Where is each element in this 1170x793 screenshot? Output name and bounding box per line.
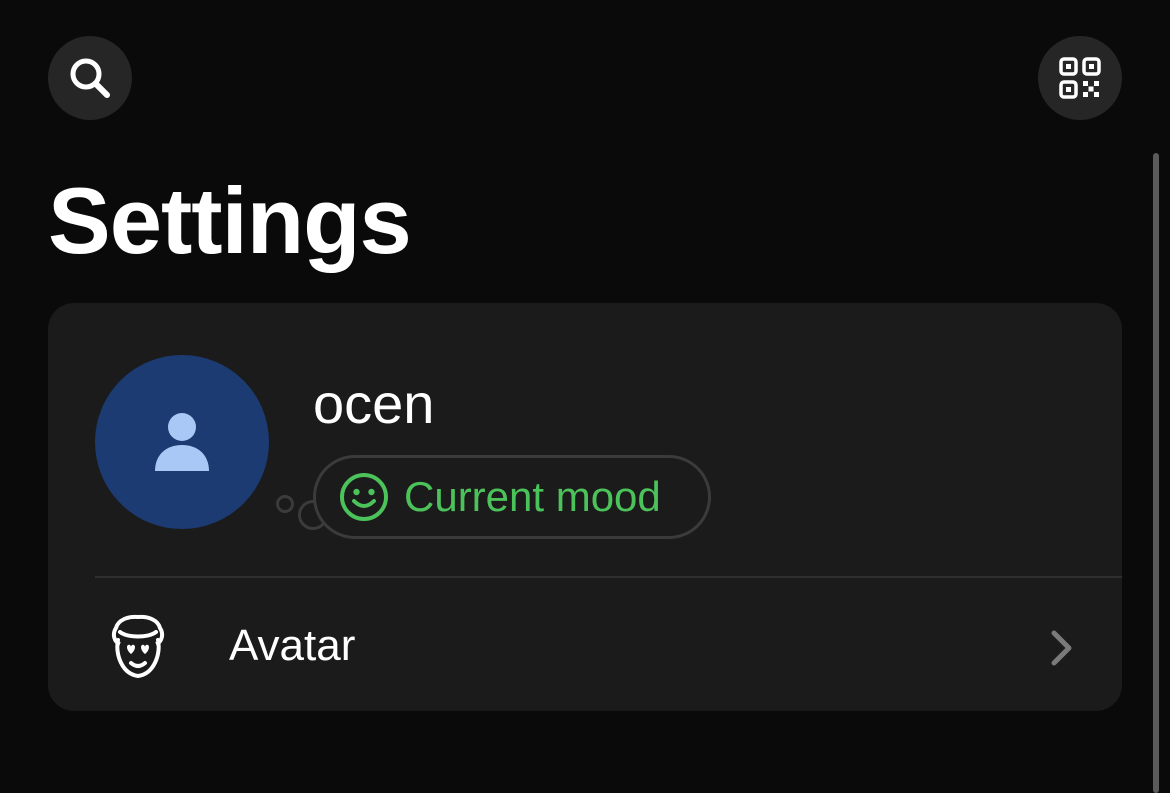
profile-name: ocen (313, 372, 435, 435)
avatar[interactable] (95, 355, 269, 529)
thought-bubble-dot-small (276, 495, 294, 513)
person-icon (155, 413, 209, 471)
current-mood-label: Current mood (404, 473, 661, 520)
search-button[interactable] (48, 36, 132, 120)
scrollbar[interactable] (1153, 153, 1159, 793)
smiley-face-icon (340, 473, 388, 521)
settings-card: ocen Current mood Avatar (48, 303, 1122, 711)
menu-item-avatar[interactable]: Avatar (48, 578, 1122, 711)
page-title: Settings (48, 168, 412, 273)
profile-row[interactable]: ocen Current mood (48, 303, 1122, 576)
qr-code-icon (1059, 57, 1101, 99)
current-mood-button[interactable]: Current mood (313, 455, 711, 539)
memoji-face-icon (111, 614, 165, 679)
qr-code-button[interactable] (1038, 36, 1122, 120)
search-icon (70, 58, 110, 98)
chevron-right-icon (1051, 630, 1072, 666)
menu-item-label: Avatar (229, 621, 356, 670)
